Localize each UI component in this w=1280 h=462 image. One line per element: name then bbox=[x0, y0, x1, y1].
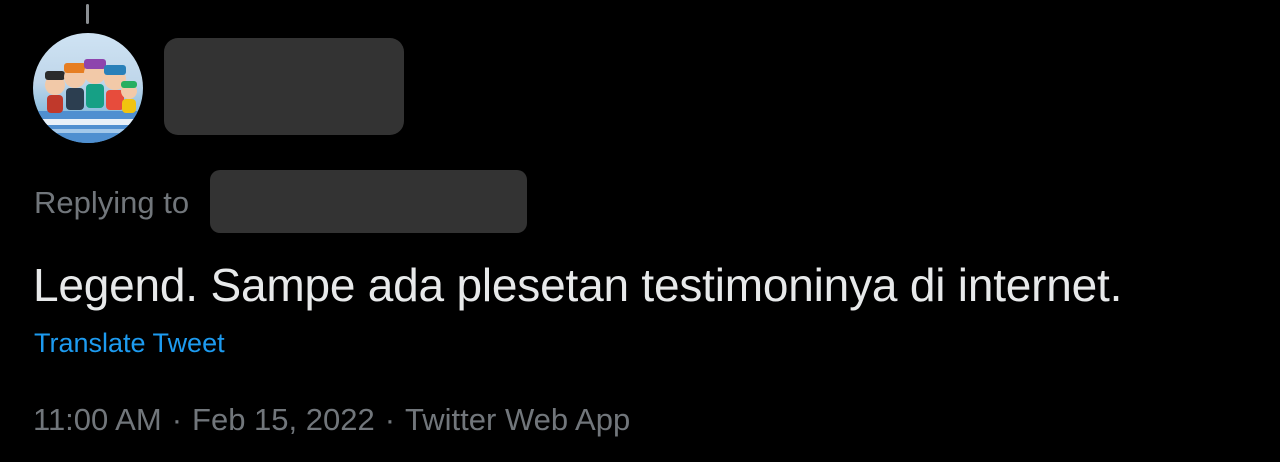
tweet-source: Twitter Web App bbox=[405, 402, 631, 437]
tweet-metadata: 11:00 AM · Feb 15, 2022 · Twitter Web App bbox=[33, 398, 630, 442]
reply-thread-line bbox=[86, 4, 89, 24]
meta-separator: · bbox=[171, 402, 183, 437]
translate-tweet-link[interactable]: Translate Tweet bbox=[34, 324, 225, 362]
tweet-date[interactable]: Feb 15, 2022 bbox=[192, 402, 375, 437]
avatar-cartoon-group-icon bbox=[33, 59, 143, 143]
meta-separator: · bbox=[384, 402, 396, 437]
tweet-text: Legend. Sampe ada plesetan testimoninya … bbox=[33, 259, 1123, 311]
avatar[interactable] bbox=[33, 33, 143, 143]
redacted-display-name bbox=[164, 38, 404, 135]
replying-to-label: Replying to bbox=[34, 185, 190, 220]
redacted-reply-handle bbox=[210, 170, 527, 233]
tweet-time[interactable]: 11:00 AM bbox=[33, 402, 162, 437]
